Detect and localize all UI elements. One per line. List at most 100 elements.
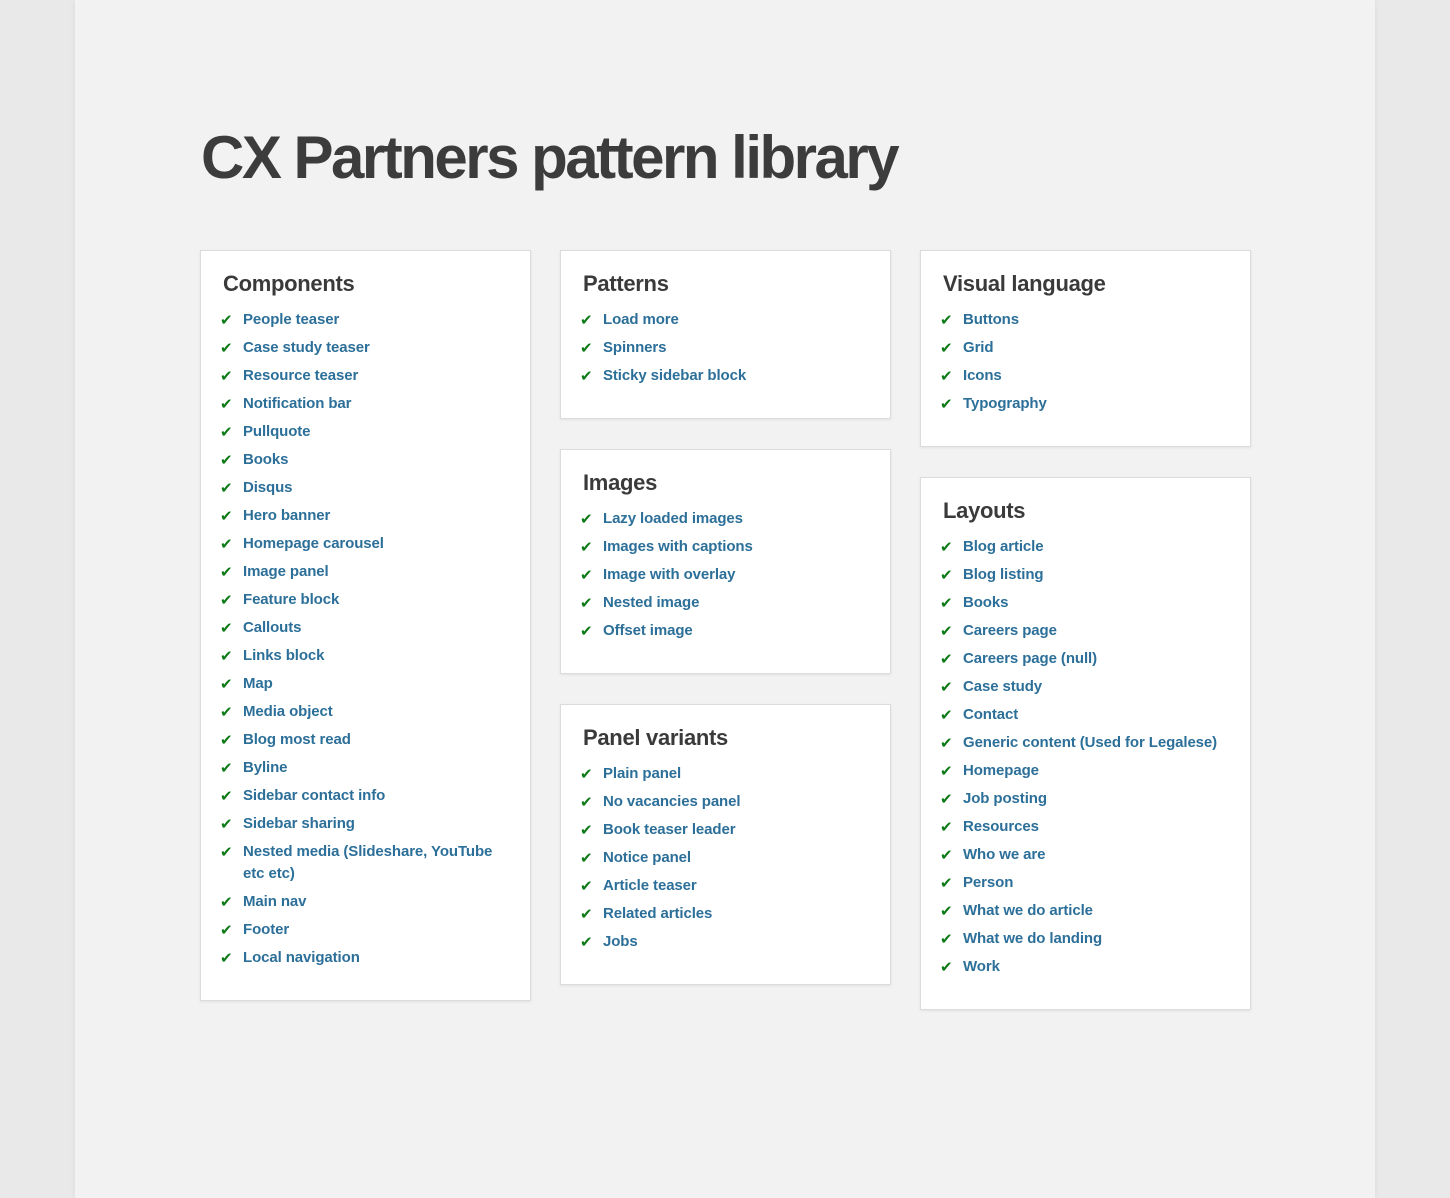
pattern-link[interactable]: Main nav	[243, 893, 306, 910]
checkmark-icon: ✔	[220, 893, 233, 911]
checkmark-icon: ✔	[220, 339, 233, 357]
pattern-link[interactable]: Sidebar sharing	[243, 815, 355, 832]
list-item: ✔ Load more	[580, 309, 869, 331]
pattern-link[interactable]: Typography	[963, 395, 1047, 412]
pattern-link[interactable]: Article teaser	[603, 877, 697, 894]
list-item: ✔ Person	[940, 872, 1229, 894]
pattern-link[interactable]: Hero banner	[243, 507, 330, 524]
checkmark-icon: ✔	[580, 311, 593, 329]
checkmark-icon: ✔	[220, 591, 233, 609]
list-item: ✔ Nested image	[580, 592, 869, 614]
pattern-link[interactable]: Person	[963, 874, 1013, 891]
pattern-link[interactable]: Grid	[963, 339, 994, 356]
list-item: ✔ Hero banner	[220, 505, 509, 527]
pattern-link[interactable]: Careers page	[963, 622, 1057, 639]
list-item: ✔ Who we are	[940, 844, 1229, 866]
pattern-link[interactable]: Pullquote	[243, 423, 311, 440]
pattern-link[interactable]: Notification bar	[243, 395, 352, 412]
list-item: ✔ No vacancies panel	[580, 791, 869, 813]
pattern-link[interactable]: Nested media (Slideshare, YouTube etc et…	[243, 843, 492, 882]
pattern-link[interactable]: Who we are	[963, 846, 1045, 863]
pattern-link[interactable]: Work	[963, 958, 1000, 975]
pattern-link[interactable]: Lazy loaded images	[603, 510, 743, 527]
pattern-link[interactable]: Job posting	[963, 790, 1047, 807]
pattern-link[interactable]: Images with captions	[603, 538, 753, 555]
components-card: Components ✔ People teaser ✔ Case study tea…	[200, 250, 531, 1001]
pattern-link[interactable]: Local navigation	[243, 949, 360, 966]
pattern-link[interactable]: Load more	[603, 311, 679, 328]
pattern-link[interactable]: Spinners	[603, 339, 666, 356]
pattern-link[interactable]: Notice panel	[603, 849, 691, 866]
pattern-link[interactable]: Sticky sidebar block	[603, 367, 746, 384]
pattern-link[interactable]: Books	[963, 594, 1008, 611]
checkmark-icon: ✔	[940, 538, 953, 556]
pattern-link[interactable]: Contact	[963, 706, 1018, 723]
pattern-link[interactable]: Offset image	[603, 622, 693, 639]
pattern-link[interactable]: Sidebar contact info	[243, 787, 385, 804]
pattern-link[interactable]: Resources	[963, 818, 1039, 835]
list-item: ✔ People teaser	[220, 309, 509, 331]
list-item: ✔ Resources	[940, 816, 1229, 838]
pattern-link[interactable]: Nested image	[603, 594, 699, 611]
pattern-link[interactable]: Generic content (Used for Legalese)	[963, 734, 1217, 751]
checkmark-icon: ✔	[220, 647, 233, 665]
images-card: Images ✔ Lazy loaded images ✔ Images with c…	[560, 449, 891, 674]
list-item: ✔ Notice panel	[580, 847, 869, 869]
pattern-link[interactable]: Footer	[243, 921, 289, 938]
pattern-link[interactable]: Feature block	[243, 591, 339, 608]
pattern-link[interactable]: Homepage carousel	[243, 535, 384, 552]
checkmark-icon: ✔	[220, 619, 233, 637]
checkmark-icon: ✔	[220, 535, 233, 553]
pattern-link[interactable]: Disqus	[243, 479, 293, 496]
pattern-link[interactable]: Book teaser leader	[603, 821, 736, 838]
list-item: ✔ Images with captions	[580, 536, 869, 558]
pattern-link[interactable]: Plain panel	[603, 765, 681, 782]
pattern-link[interactable]: Blog most read	[243, 731, 351, 748]
checkmark-icon: ✔	[220, 731, 233, 749]
checkmark-icon: ✔	[580, 821, 593, 839]
checkmark-icon: ✔	[940, 734, 953, 752]
checkmark-icon: ✔	[580, 793, 593, 811]
page-title: CX Partners pattern library	[201, 124, 900, 191]
pattern-link[interactable]: Homepage	[963, 762, 1039, 779]
pattern-link[interactable]: Callouts	[243, 619, 301, 636]
checkmark-icon: ✔	[220, 787, 233, 805]
pattern-link[interactable]: Icons	[963, 367, 1002, 384]
list-item: ✔ Blog listing	[940, 564, 1229, 586]
pattern-link[interactable]: People teaser	[243, 311, 339, 328]
list-item: ✔ Main nav	[220, 891, 509, 913]
pattern-link[interactable]: Case study teaser	[243, 339, 370, 356]
list-item: ✔ Feature block	[220, 589, 509, 611]
list-item: ✔ Offset image	[580, 620, 869, 642]
pattern-link[interactable]: Blog listing	[963, 566, 1044, 583]
pattern-link[interactable]: What we do landing	[963, 930, 1102, 947]
pattern-link[interactable]: Image with overlay	[603, 566, 736, 583]
checkmark-icon: ✔	[580, 622, 593, 640]
pattern-link[interactable]: Map	[243, 675, 273, 692]
pattern-link[interactable]: Careers page (null)	[963, 650, 1097, 667]
pattern-link[interactable]: Jobs	[603, 933, 638, 950]
list-item: ✔ Careers page (null)	[940, 648, 1229, 670]
pattern-link[interactable]: Image panel	[243, 563, 329, 580]
pattern-link[interactable]: Related articles	[603, 905, 712, 922]
checkmark-icon: ✔	[220, 367, 233, 385]
pattern-link[interactable]: Byline	[243, 759, 288, 776]
list-item: ✔ Media object	[220, 701, 509, 723]
checkmark-icon: ✔	[940, 790, 953, 808]
checkmark-icon: ✔	[940, 650, 953, 668]
pattern-link[interactable]: Blog article	[963, 538, 1044, 555]
checkmark-icon: ✔	[580, 849, 593, 867]
checkmark-icon: ✔	[580, 510, 593, 528]
card-heading: Components	[223, 271, 355, 296]
pattern-link[interactable]: Case study	[963, 678, 1042, 695]
list-item: ✔ Local navigation	[220, 947, 509, 969]
pattern-link[interactable]: Buttons	[963, 311, 1019, 328]
pattern-link[interactable]: Resource teaser	[243, 367, 358, 384]
pattern-link[interactable]: Books	[243, 451, 288, 468]
list-item: ✔ Generic content (Used for Legalese)	[940, 732, 1229, 754]
visual-language-card: Visual language ✔ Buttons ✔ Grid ✔ Icons ✔ Typo…	[920, 250, 1251, 447]
pattern-link[interactable]: What we do article	[963, 902, 1093, 919]
pattern-link[interactable]: No vacancies panel	[603, 793, 741, 810]
pattern-link[interactable]: Links block	[243, 647, 325, 664]
pattern-link[interactable]: Media object	[243, 703, 333, 720]
